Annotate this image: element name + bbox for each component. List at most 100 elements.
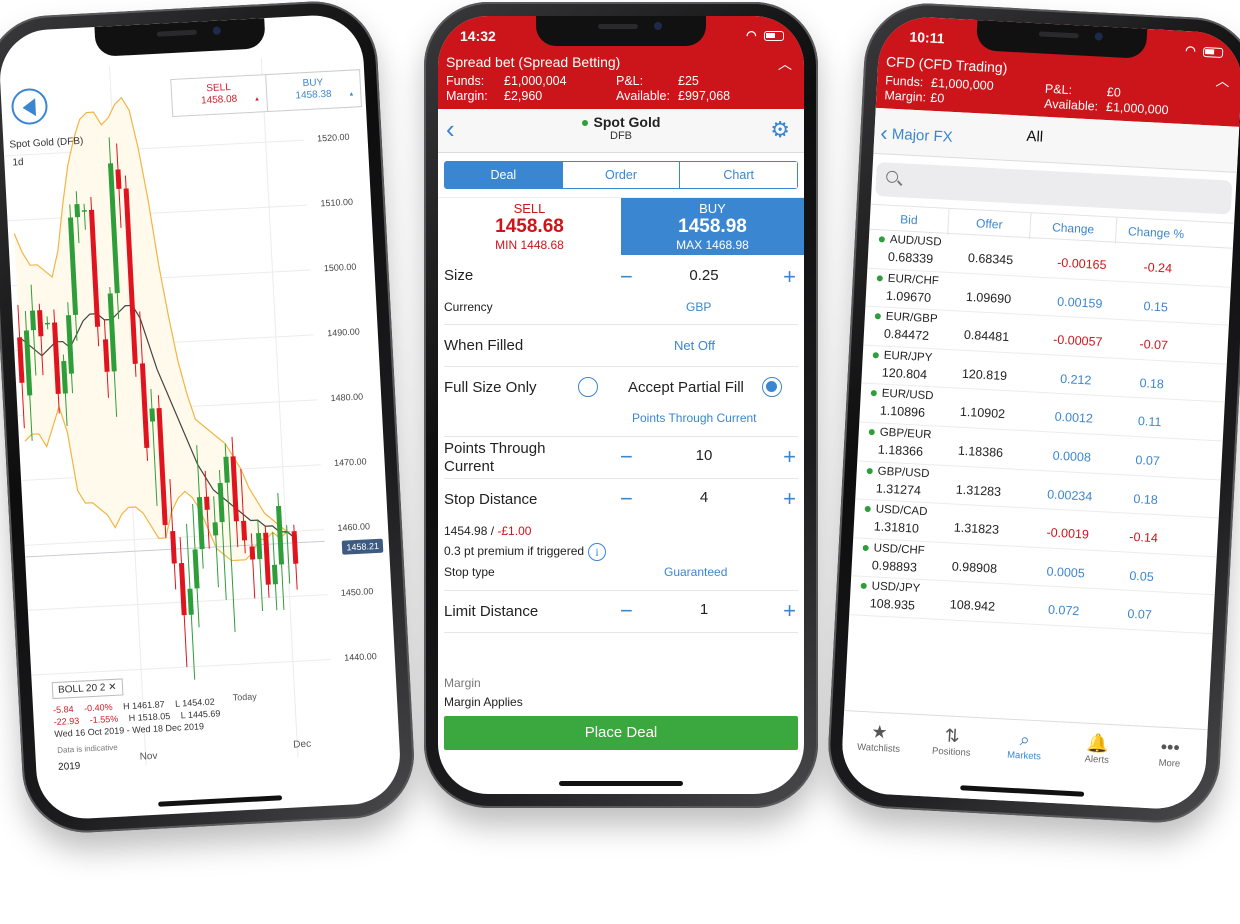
size-label: Size bbox=[444, 267, 474, 284]
tab-watchlists[interactable]: ★ Watchlists bbox=[840, 711, 917, 796]
points-decrement-button[interactable]: − bbox=[620, 446, 633, 468]
sell-button[interactable]: SELL 1458.68 MIN 1448.68 bbox=[438, 198, 621, 255]
pair-name: GBP/EUR bbox=[879, 426, 932, 442]
market-name: EUR/JPY bbox=[872, 349, 933, 364]
stop-type-select[interactable]: Guaranteed bbox=[664, 565, 727, 579]
size-increment-button[interactable]: + bbox=[783, 266, 796, 288]
bid-price: 108.935 bbox=[869, 596, 916, 613]
offer-price: 1.09690 bbox=[965, 289, 1012, 306]
points-increment-button[interactable]: + bbox=[783, 446, 796, 468]
info-icon[interactable]: i bbox=[588, 543, 607, 561]
points-value[interactable]: 10 bbox=[684, 447, 724, 464]
today-change-pct: -0.40% bbox=[83, 701, 113, 714]
deal-screen: 14:32 ◠ Spread bet (Spread Betting) ︿ Fu… bbox=[438, 16, 804, 794]
buy-button[interactable]: BUY 1458.98 MAX 1468.98 bbox=[621, 198, 804, 255]
market-open-dot-icon bbox=[862, 544, 869, 551]
change-value: 0.00159 bbox=[1056, 294, 1103, 311]
chevron-up-icon[interactable]: ︿ bbox=[1215, 71, 1230, 92]
candle-body bbox=[187, 588, 194, 615]
tab-label: More bbox=[1158, 757, 1181, 770]
currency-select[interactable]: GBP bbox=[686, 300, 711, 314]
change-value: 0.0012 bbox=[1054, 410, 1094, 427]
fill-mode-select[interactable]: Points Through Current bbox=[632, 411, 757, 425]
bid-price: 1.18366 bbox=[877, 442, 924, 459]
pair-name: AUD/USD bbox=[889, 233, 942, 249]
accept-partial-fill-radio[interactable] bbox=[762, 377, 782, 397]
market-open-dot-icon bbox=[864, 505, 871, 513]
buy-price: 1458.98 bbox=[678, 216, 747, 237]
limit-distance-value[interactable]: 1 bbox=[684, 601, 724, 618]
stop-increment-button[interactable]: + bbox=[783, 488, 796, 510]
stop-decrement-button[interactable]: − bbox=[620, 488, 633, 510]
phone-markets: 10:11 ◠ CFD (CFD Trading) ︿ Funds: £1,00… bbox=[825, 0, 1240, 826]
account-title: Spread bet (Spread Betting) ︿ bbox=[438, 50, 804, 72]
wifi-icon: ◠ bbox=[1184, 43, 1199, 58]
size-decrement-button[interactable]: − bbox=[620, 266, 633, 288]
change-pct-value: 0.18 bbox=[1139, 375, 1165, 392]
funds-label: Funds: bbox=[884, 73, 924, 90]
offer-price: 1.18386 bbox=[957, 443, 1004, 460]
offer-price: 0.98908 bbox=[951, 559, 998, 576]
positions-arrows-icon: ⇅ bbox=[944, 725, 961, 747]
size-value[interactable]: 0.25 bbox=[684, 267, 724, 284]
market-name: GBP/USD bbox=[866, 464, 930, 480]
market-open-dot-icon bbox=[870, 390, 877, 397]
when-filled-select[interactable]: Net Off bbox=[674, 338, 715, 353]
chart-buy-button[interactable]: BUY 1458.38 ▲ bbox=[264, 70, 361, 112]
candle-body bbox=[241, 520, 248, 541]
candle-body bbox=[271, 564, 278, 585]
price-axis-label: 1500.00 bbox=[323, 261, 357, 274]
chart-interval-button[interactable]: 1d bbox=[12, 157, 24, 169]
tab-chart[interactable]: Chart bbox=[679, 162, 798, 188]
limit-increment-button[interactable]: + bbox=[783, 600, 796, 622]
tab-label: Watchlists bbox=[856, 741, 901, 756]
tab-more[interactable]: ••• More bbox=[1131, 726, 1208, 811]
back-to-major-fx-button[interactable]: ‹ Major FX bbox=[880, 120, 954, 150]
instrument-name: Spot Gold bbox=[593, 114, 661, 130]
range-change: -22.93 bbox=[53, 715, 80, 728]
wifi-icon: ◠ bbox=[746, 28, 759, 42]
candle-body bbox=[263, 532, 271, 585]
back-label: Major FX bbox=[891, 125, 954, 146]
change-pct-value: 0.15 bbox=[1143, 298, 1169, 315]
stop-loss-amount: -£1.00 bbox=[497, 524, 532, 538]
candle bbox=[263, 526, 271, 598]
price-axis-label: 1510.00 bbox=[320, 196, 354, 209]
when-filled-row: When Filled Net Off bbox=[444, 325, 798, 367]
market-name: USD/CHF bbox=[862, 542, 925, 557]
back-chevron-icon[interactable]: ‹ bbox=[446, 116, 455, 142]
full-size-only-radio[interactable] bbox=[578, 377, 598, 397]
stats-today-label: Today bbox=[232, 691, 257, 703]
chart-sell-button[interactable]: SELL 1458.08 ▲ bbox=[171, 75, 266, 116]
pair-name: EUR/USD bbox=[881, 387, 934, 403]
change-pct-value: -0.14 bbox=[1129, 529, 1159, 546]
chevron-up-icon[interactable]: ︿ bbox=[778, 54, 792, 74]
tab-order[interactable]: Order bbox=[561, 162, 680, 188]
price-up-icon: ▲ bbox=[348, 91, 355, 98]
month-label-dec: Dec bbox=[293, 738, 312, 751]
account-summary: Funds: £1,000,004 P&L: £25 Margin: £2,96… bbox=[438, 70, 804, 109]
status-time: 14:32 bbox=[460, 28, 496, 44]
place-deal-button[interactable]: Place Deal bbox=[444, 716, 798, 750]
buy-max: MAX 1468.98 bbox=[676, 238, 749, 252]
offer-price: 0.68345 bbox=[967, 250, 1014, 268]
stop-distance-label: Stop Distance bbox=[444, 491, 538, 508]
stop-distance-value[interactable]: 4 bbox=[684, 489, 724, 506]
accept-partial-fill-label: Accept Partial Fill bbox=[628, 379, 744, 396]
offer-price: 1.31823 bbox=[953, 520, 1000, 538]
pair-name: EUR/CHF bbox=[887, 272, 940, 288]
margin-value: £2,960 bbox=[504, 89, 543, 103]
candle bbox=[291, 524, 299, 590]
pair-name: USD/CAD bbox=[875, 503, 928, 519]
gear-icon[interactable]: ⚙ bbox=[770, 117, 790, 143]
month-label-nov: Nov bbox=[139, 750, 158, 763]
price-axis-label: 1520.00 bbox=[316, 131, 350, 144]
offer-price: 0.84481 bbox=[963, 328, 1010, 345]
home-indicator[interactable] bbox=[559, 781, 683, 786]
range-change-pct: -1.55% bbox=[89, 713, 119, 726]
tab-deal[interactable]: Deal bbox=[445, 162, 562, 188]
instrument-subtitle: DFB bbox=[610, 130, 632, 142]
change-value: 0.072 bbox=[1047, 602, 1080, 619]
limit-decrement-button[interactable]: − bbox=[620, 600, 633, 622]
fill-type-row: Full Size Only Accept Partial Fill Point… bbox=[444, 367, 798, 437]
